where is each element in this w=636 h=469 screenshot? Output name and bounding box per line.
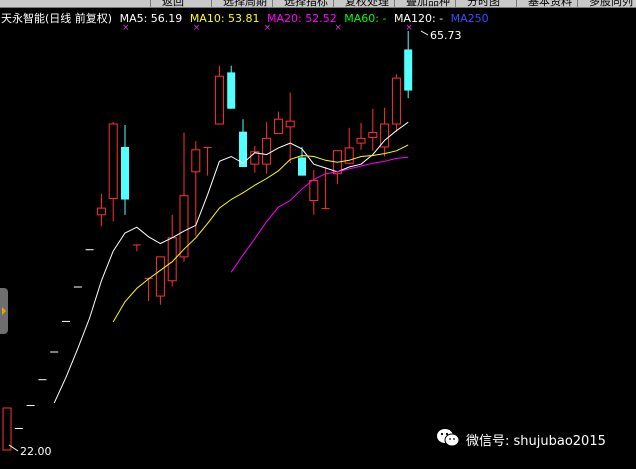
candle[interactable] bbox=[179, 132, 189, 262]
candle-body bbox=[356, 137, 366, 144]
wechat-icon bbox=[437, 429, 460, 447]
candle[interactable] bbox=[191, 141, 201, 236]
candle-body bbox=[132, 244, 141, 246]
event-marker[interactable]: × bbox=[122, 23, 130, 33]
candle-body bbox=[262, 137, 272, 165]
candle-body bbox=[391, 77, 401, 125]
candle[interactable] bbox=[214, 65, 224, 125]
candle-body bbox=[404, 49, 413, 91]
candle[interactable] bbox=[273, 111, 283, 135]
candle[interactable] bbox=[96, 193, 106, 227]
candle[interactable] bbox=[391, 74, 401, 132]
candle[interactable] bbox=[14, 427, 23, 429]
candle[interactable] bbox=[132, 244, 141, 252]
candle[interactable] bbox=[155, 256, 165, 305]
event-marker[interactable]: × bbox=[264, 23, 272, 33]
high-price-label: 65.73 bbox=[430, 29, 462, 42]
candle-body bbox=[155, 256, 165, 297]
candle-body bbox=[273, 118, 283, 135]
candle[interactable] bbox=[50, 351, 59, 353]
candle-body bbox=[321, 208, 330, 210]
candle-body bbox=[73, 286, 82, 288]
event-marker[interactable]: × bbox=[334, 23, 342, 33]
high-label-leader bbox=[420, 30, 429, 36]
candle-body bbox=[62, 320, 70, 322]
candle[interactable] bbox=[404, 31, 413, 99]
candle[interactable] bbox=[262, 122, 272, 174]
panel-collapse-handle[interactable] bbox=[0, 288, 8, 334]
candle-body bbox=[26, 405, 35, 407]
candle-body bbox=[368, 132, 378, 138]
kline-chart[interactable]: × × × × × 65.73 22.00 bbox=[0, 0, 636, 469]
candle-body bbox=[14, 427, 23, 429]
candle[interactable] bbox=[298, 146, 306, 176]
candle[interactable] bbox=[85, 249, 94, 251]
candle-body bbox=[203, 146, 212, 148]
candle-body bbox=[108, 123, 118, 200]
candle[interactable] bbox=[368, 108, 378, 151]
candle-body bbox=[38, 379, 47, 381]
candle[interactable] bbox=[167, 214, 177, 287]
candle-body bbox=[298, 157, 306, 176]
candle[interactable] bbox=[108, 122, 118, 222]
candle[interactable] bbox=[250, 145, 260, 173]
candle[interactable] bbox=[344, 127, 354, 165]
candle-body bbox=[227, 72, 236, 109]
ma20-line bbox=[230, 156, 409, 273]
candle-body bbox=[50, 351, 59, 353]
candle[interactable] bbox=[62, 320, 70, 322]
candle-body bbox=[309, 179, 319, 201]
candle[interactable] bbox=[203, 146, 212, 176]
event-marker[interactable]: × bbox=[193, 23, 201, 33]
low-price-label: 22.00 bbox=[20, 445, 52, 458]
candle[interactable] bbox=[121, 124, 129, 215]
event-marker[interactable]: × bbox=[405, 23, 413, 33]
candle-first-day[interactable] bbox=[2, 407, 12, 451]
candle-body bbox=[121, 146, 129, 200]
candle[interactable] bbox=[26, 405, 35, 407]
candle-body bbox=[285, 120, 295, 128]
candle[interactable] bbox=[38, 379, 47, 381]
candle-body bbox=[96, 207, 106, 216]
candle[interactable] bbox=[309, 169, 319, 215]
candle[interactable] bbox=[73, 286, 82, 288]
candle-body bbox=[179, 195, 189, 258]
candle-body bbox=[214, 75, 224, 125]
candle[interactable] bbox=[227, 65, 236, 109]
candle[interactable] bbox=[332, 150, 342, 185]
candle-body bbox=[85, 249, 94, 251]
candle[interactable] bbox=[356, 123, 366, 150]
candle[interactable] bbox=[239, 119, 247, 168]
candle-body bbox=[191, 149, 201, 173]
candle[interactable] bbox=[380, 107, 390, 157]
candle[interactable] bbox=[285, 92, 295, 164]
ma5-line bbox=[53, 121, 409, 404]
watermark-text: 微信号: shujubao2015 bbox=[466, 434, 606, 449]
